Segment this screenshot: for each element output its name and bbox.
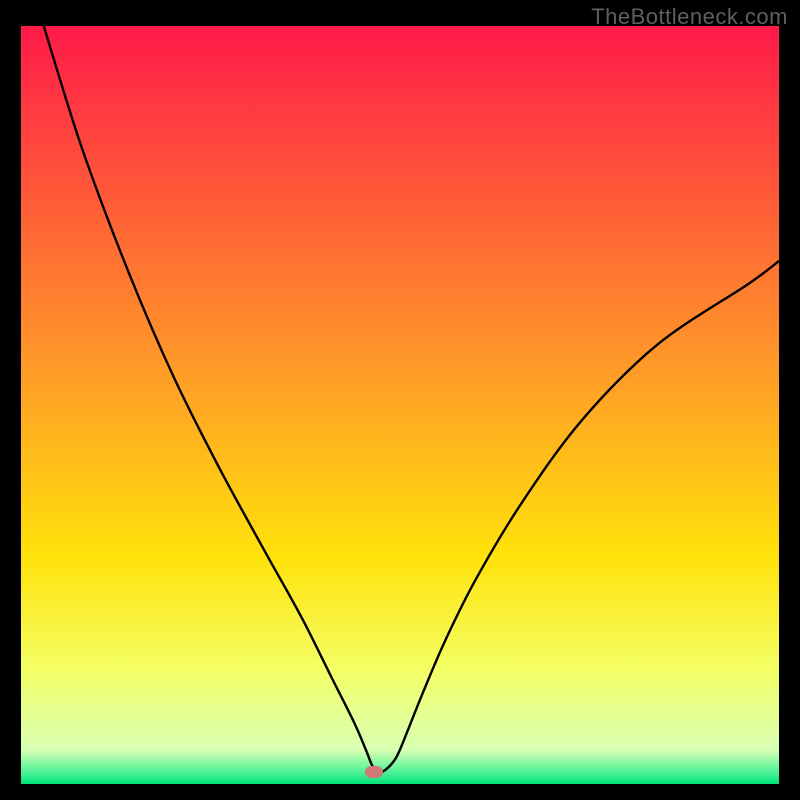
chart-frame: TheBottleneck.com — [0, 0, 800, 800]
plot-svg — [21, 26, 779, 784]
watermark-text: TheBottleneck.com — [591, 4, 788, 30]
plot-area — [21, 26, 779, 784]
optimal-point-marker — [365, 766, 383, 778]
gradient-background — [21, 26, 779, 784]
